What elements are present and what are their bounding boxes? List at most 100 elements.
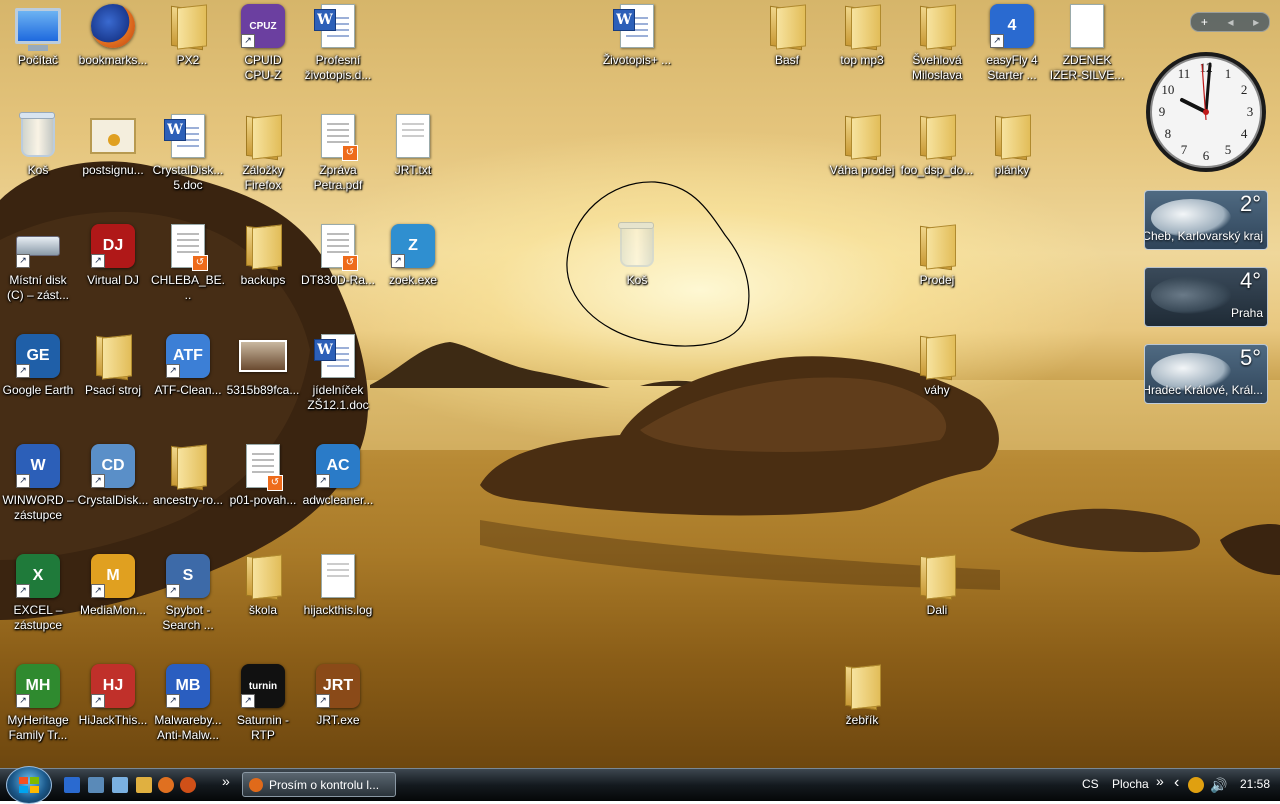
desktop-icon[interactable]: S ↗ Spybot - Search ...	[150, 552, 226, 662]
desktop-icon[interactable]: postsignu...	[75, 112, 151, 222]
desktop-icon[interactable]: plánky	[974, 112, 1050, 222]
computer-quicklaunch-icon[interactable]	[112, 777, 128, 793]
desktop-icon[interactable]: škola	[225, 552, 301, 662]
firefox-quicklaunch-icon[interactable]	[158, 777, 174, 793]
desktop-icon-label: EXCEL – zástupce	[13, 603, 63, 632]
desktop-icon[interactable]: top mp3	[824, 2, 900, 112]
desktop-icon[interactable]: ↺ p01-povah...	[225, 442, 301, 552]
desktop-icon-label: JRT.txt	[394, 163, 432, 177]
add-gadget-button[interactable]: +	[1201, 15, 1208, 29]
desktop-icon[interactable]: ↺ DT830D-Ra...	[300, 222, 376, 332]
desktop-icon-label: PX2	[176, 53, 200, 67]
switch-windows-icon[interactable]	[88, 777, 104, 793]
desktop-icon-label: backups	[240, 273, 286, 287]
weather-gadget-hradec[interactable]: 5° Hradec Králové, Král...	[1144, 344, 1268, 404]
desktop-icon[interactable]: Záložky Firefox	[225, 112, 301, 222]
desktop-icon[interactable]: CPUZ ↗ CPUID CPU-Z	[225, 2, 301, 112]
desktop-icon-label: Počítač	[17, 53, 59, 67]
desktop-icon-label: hijackthis.log	[303, 603, 373, 617]
desktop-icon[interactable]: JRT.txt	[375, 112, 451, 222]
desktop-icon[interactable]: X ↗ EXCEL – zástupce	[0, 552, 76, 662]
desktop-icon[interactable]: Počítač	[0, 2, 76, 112]
folder-icon	[918, 334, 956, 381]
desktop-icon[interactable]: CD ↗ CrystalDisk...	[75, 442, 151, 552]
desktop-icon[interactable]: W Životopis+ ...	[599, 2, 675, 112]
clock-time[interactable]: 21:58	[1240, 777, 1270, 791]
desktop-icon[interactable]: Švehlová Miloslava	[899, 2, 975, 112]
desktop-icon[interactable]: bookmarks...	[75, 2, 151, 112]
language-indicator[interactable]: CS	[1082, 777, 1099, 791]
quicklaunch-more-button[interactable]: »	[222, 773, 230, 789]
weather-gadget-cheb[interactable]: 2° Cheb, Karlovarský kraj	[1144, 190, 1268, 250]
desktop-icon[interactable]: ↗ Místní disk (C) – zást...	[0, 222, 76, 332]
next-gadget-button[interactable]: ▸	[1253, 15, 1259, 29]
desktop-icon[interactable]: ↺ CHLEBA_BE...	[150, 222, 226, 332]
desktop-icon[interactable]: JRT ↗ JRT.exe	[300, 662, 376, 772]
show-desktop-icon[interactable]	[64, 777, 80, 793]
pdf-document-icon: ↺	[321, 114, 358, 161]
desktop-icon-label: CrystalDisk... 5.doc	[152, 163, 224, 192]
desktop-icon[interactable]: DJ ↗ Virtual DJ	[75, 222, 151, 332]
avast-tray-icon[interactable]	[1188, 777, 1204, 793]
desktop-icon[interactable]: backups	[225, 222, 301, 332]
start-button[interactable]	[6, 766, 52, 804]
desktop-icon[interactable]: Z ↗ zoek.exe	[375, 222, 451, 332]
clock-numeral: 6	[1203, 148, 1210, 163]
weather-gadget-praha[interactable]: 4° Praha	[1144, 267, 1268, 327]
desktop-icon[interactable]: Koš	[599, 222, 675, 332]
gadget-toolbar[interactable]: + ◂ ▸	[1190, 12, 1270, 32]
desktop-icon-label: Prodej	[919, 273, 955, 287]
desktop-icon[interactable]: Psací stroj	[75, 332, 151, 442]
desktop-icon[interactable]: MB ↗ Malwareby... Anti-Malw...	[150, 662, 226, 772]
desktop-icon[interactable]: ZDENEK IZER-SILVE...	[1049, 2, 1125, 112]
firefox-icon	[249, 777, 263, 792]
desktop-icon[interactable]: HJ ↗ HiJackThis...	[75, 662, 151, 772]
browser-quicklaunch-icon[interactable]	[180, 777, 196, 793]
shortcut-arrow-icon: ↗	[16, 584, 30, 598]
folder-icon	[918, 4, 956, 51]
desktop-icon[interactable]: W ↗ WINWORD – zástupce	[0, 442, 76, 552]
tools-quicklaunch-icon[interactable]	[136, 777, 152, 793]
desktop-icon[interactable]: hijackthis.log	[300, 552, 376, 662]
desktop-icon[interactable]: žebřík	[824, 662, 900, 772]
desktop-icon-label: CPUID CPU-Z	[244, 53, 282, 82]
desktop-icon[interactable]: Basf	[749, 2, 825, 112]
desktop-icon[interactable]: AC ↗ adwcleaner...	[300, 442, 376, 552]
desktop-icon[interactable]: Koš	[0, 112, 76, 222]
certificate-icon	[90, 118, 136, 154]
desktop-icon[interactable]: foo_dsp_do...	[899, 112, 975, 222]
desktop-icon[interactable]: Váha prodej	[824, 112, 900, 222]
desktop-icon-label: váhy	[924, 383, 950, 397]
shortcut-arrow-icon: ↗	[241, 34, 255, 48]
folder-icon	[94, 334, 132, 381]
desktop-icon[interactable]: W CrystalDisk... 5.doc	[150, 112, 226, 222]
tray-expand-button[interactable]: ‹	[1174, 774, 1179, 792]
desktop-icon-label: DT830D-Ra...	[300, 273, 376, 287]
desktop-icon[interactable]: Dali	[899, 552, 975, 662]
desktop-icon[interactable]: M ↗ MediaMon...	[75, 552, 151, 662]
volume-icon[interactable]: 🔊	[1210, 777, 1227, 793]
taskbar-window-button[interactable]: Prosím o kontrolu l...	[242, 772, 396, 797]
desktop-icon[interactable]: ancestry-ro...	[150, 442, 226, 552]
desktop-icon[interactable]: PX2	[150, 2, 226, 112]
desktop-icon[interactable]: 5315b89fca...	[225, 332, 301, 442]
desktop-icon[interactable]: váhy	[899, 332, 975, 442]
desktop-icon[interactable]: Wjídelníček ZŠ12.1.doc	[300, 332, 376, 442]
desktop-icon[interactable]: 4 ↗ easyFly 4 Starter ...	[974, 2, 1050, 112]
desktop-icon[interactable]: ATF ↗ ATF-Clean...	[150, 332, 226, 442]
desktop-icon[interactable]: turnin ↗ Saturnin - RTP	[225, 662, 301, 772]
prev-gadget-button[interactable]: ◂	[1227, 15, 1233, 29]
desktop-toolbar-more-button[interactable]: »	[1156, 773, 1164, 789]
desktop-icon[interactable]: MH ↗ MyHeritage Family Tr...	[0, 662, 76, 772]
desktop-icon[interactable]: Prodej	[899, 222, 975, 332]
folder-icon	[169, 444, 207, 491]
desktop-icon-label: škola	[248, 603, 277, 617]
desktop-icon-label: Zpráva Petra.pdf	[313, 163, 363, 192]
desktop-icon-label: Psací stroj	[84, 383, 141, 397]
clock-gadget[interactable]: 12 1234567891011	[1144, 50, 1268, 174]
folder-icon	[843, 4, 881, 51]
desktop-icon[interactable]: W Profesní životopis.d...	[300, 2, 376, 112]
desktop-icon[interactable]: ↺ Zpráva Petra.pdf	[300, 112, 376, 222]
desktop-toolbar-label[interactable]: Plocha	[1112, 777, 1149, 791]
desktop-icon[interactable]: GE ↗ Google Earth	[0, 332, 76, 442]
